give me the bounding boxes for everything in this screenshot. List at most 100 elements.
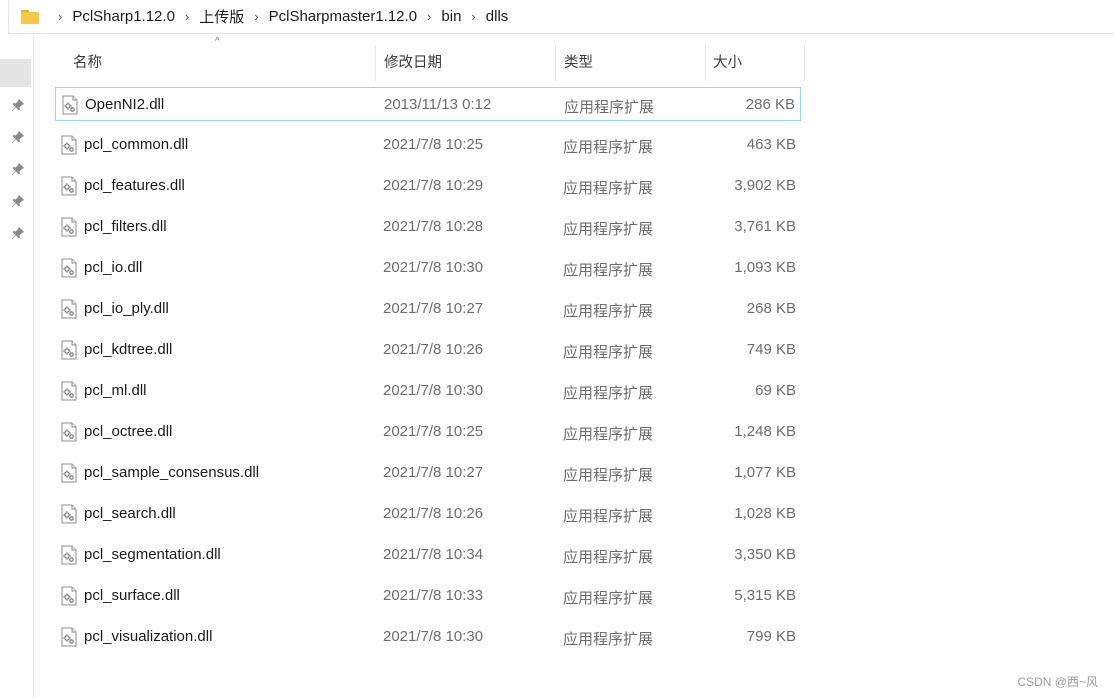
dll-file-icon bbox=[61, 586, 77, 606]
file-row[interactable]: pcl_io_ply.dll 2021/7/8 10:27 应用程序扩展 268 KB bbox=[55, 292, 801, 326]
file-row[interactable]: pcl_search.dll 2021/7/8 10:26 应用程序扩展 1,028 … bbox=[55, 497, 801, 531]
column-header-date[interactable]: 修改日期 bbox=[375, 45, 555, 81]
dll-file-icon bbox=[61, 340, 77, 360]
navigation-pane bbox=[0, 34, 34, 698]
file-size: 1,028 KB bbox=[734, 505, 796, 522]
file-name: pcl_surface.dll bbox=[84, 587, 180, 604]
file-type: 应用程序扩展 bbox=[563, 139, 654, 156]
file-row[interactable]: pcl_common.dll 2021/7/8 10:25 应用程序扩展 463 KB bbox=[55, 128, 801, 162]
file-row[interactable]: pcl_octree.dll 2021/7/8 10:25 应用程序扩展 1,248 … bbox=[55, 415, 801, 449]
file-row[interactable]: pcl_visualization.dll 2021/7/8 10:30 应用程序扩… bbox=[55, 620, 801, 654]
pin-icon[interactable] bbox=[11, 194, 25, 208]
file-row[interactable]: pcl_segmentation.dll 2021/7/8 10:34 应用程序扩展… bbox=[55, 538, 801, 572]
folder-icon bbox=[21, 9, 39, 24]
sort-ascending-icon: ^ bbox=[215, 36, 220, 47]
file-size: 749 KB bbox=[746, 341, 796, 358]
file-size: 3,761 KB bbox=[734, 218, 796, 235]
dll-file-icon bbox=[62, 95, 78, 115]
file-name: pcl_features.dll bbox=[84, 177, 185, 194]
file-name: OpenNI2.dll bbox=[85, 96, 165, 113]
file-modified-date: 2021/7/8 10:33 bbox=[383, 587, 484, 604]
file-type: 应用程序扩展 bbox=[563, 549, 654, 566]
dll-file-icon bbox=[61, 627, 77, 647]
dll-file-icon bbox=[61, 463, 77, 483]
pin-icon[interactable] bbox=[11, 162, 25, 176]
file-name: pcl_common.dll bbox=[84, 136, 189, 153]
file-size: 3,902 KB bbox=[734, 177, 796, 194]
file-name: pcl_search.dll bbox=[84, 505, 176, 522]
chevron-right-icon[interactable]: › bbox=[58, 9, 62, 24]
file-row[interactable]: pcl_features.dll 2021/7/8 10:29 应用程序扩展 3,90… bbox=[55, 169, 801, 203]
file-name: pcl_filters.dll bbox=[84, 218, 167, 235]
file-modified-date: 2021/7/8 10:28 bbox=[383, 218, 484, 235]
chevron-right-icon[interactable]: › bbox=[427, 9, 431, 24]
breadcrumb-item[interactable]: PclSharpmaster1.12.0 bbox=[268, 8, 418, 25]
column-header-size-label: 大小 bbox=[713, 55, 742, 71]
file-name: pcl_visualization.dll bbox=[84, 628, 213, 645]
file-type: 应用程序扩展 bbox=[563, 508, 654, 525]
dll-file-icon bbox=[61, 381, 77, 401]
file-modified-date: 2021/7/8 10:26 bbox=[383, 505, 484, 522]
file-modified-date: 2021/7/8 10:30 bbox=[383, 259, 484, 276]
dll-file-icon bbox=[61, 176, 77, 196]
file-type: 应用程序扩展 bbox=[563, 467, 654, 484]
dll-file-icon bbox=[61, 217, 77, 237]
file-type: 应用程序扩展 bbox=[564, 99, 655, 116]
column-header-type-label: 类型 bbox=[564, 55, 593, 71]
file-type: 应用程序扩展 bbox=[563, 631, 654, 648]
column-header-type[interactable]: 类型 bbox=[555, 45, 705, 81]
dll-file-icon bbox=[61, 299, 77, 319]
column-header-size[interactable]: 大小 bbox=[705, 45, 805, 81]
pin-icon[interactable] bbox=[11, 98, 25, 112]
file-size: 69 KB bbox=[755, 382, 796, 399]
chevron-right-icon[interactable]: › bbox=[185, 9, 189, 24]
file-type: 应用程序扩展 bbox=[563, 344, 654, 361]
file-name: pcl_ml.dll bbox=[84, 382, 147, 399]
file-modified-date: 2021/7/8 10:29 bbox=[383, 177, 484, 194]
dll-file-icon bbox=[61, 135, 77, 155]
file-row[interactable]: pcl_filters.dll 2021/7/8 10:28 应用程序扩展 3,761… bbox=[55, 210, 801, 244]
file-row[interactable]: OpenNI2.dll 2013/11/13 0:12 应用程序扩展 286 KB bbox=[55, 87, 801, 121]
file-type: 应用程序扩展 bbox=[563, 590, 654, 607]
file-modified-date: 2021/7/8 10:26 bbox=[383, 341, 484, 358]
file-name: pcl_sample_consensus.dll bbox=[84, 464, 260, 481]
file-modified-date: 2021/7/8 10:34 bbox=[383, 546, 484, 563]
file-row[interactable]: pcl_kdtree.dll 2021/7/8 10:26 应用程序扩展 749 KB bbox=[55, 333, 801, 367]
chevron-right-icon[interactable]: › bbox=[471, 9, 475, 24]
file-row[interactable]: pcl_surface.dll 2021/7/8 10:33 应用程序扩展 5,315… bbox=[55, 579, 801, 613]
file-size: 1,248 KB bbox=[734, 423, 796, 440]
file-size: 799 KB bbox=[746, 628, 796, 645]
pin-icon[interactable] bbox=[11, 130, 25, 144]
breadcrumb-item[interactable]: PclSharp1.12.0 bbox=[71, 8, 176, 25]
file-row[interactable]: pcl_io.dll 2021/7/8 10:30 应用程序扩展 1,093 KB bbox=[55, 251, 801, 285]
file-name: pcl_kdtree.dll bbox=[84, 341, 173, 358]
file-size: 1,077 KB bbox=[734, 464, 796, 481]
file-name: pcl_io_ply.dll bbox=[84, 300, 169, 317]
file-type: 应用程序扩展 bbox=[563, 180, 654, 197]
breadcrumb-item[interactable]: bin bbox=[440, 8, 462, 25]
file-name: pcl_segmentation.dll bbox=[84, 546, 221, 563]
breadcrumb-item[interactable]: 上传版 bbox=[198, 6, 245, 27]
file-modified-date: 2021/7/8 10:30 bbox=[383, 382, 484, 399]
column-header-name-label: 名称 bbox=[73, 55, 102, 71]
pin-icon[interactable] bbox=[11, 226, 25, 240]
file-modified-date: 2021/7/8 10:30 bbox=[383, 628, 484, 645]
file-modified-date: 2013/11/13 0:12 bbox=[384, 96, 492, 113]
navigation-pane-selected-item[interactable] bbox=[0, 59, 31, 87]
chevron-right-icon[interactable]: › bbox=[254, 9, 258, 24]
column-header-name[interactable]: ^ 名称 bbox=[55, 37, 375, 81]
file-row[interactable]: pcl_ml.dll 2021/7/8 10:30 应用程序扩展 69 KB bbox=[55, 374, 801, 408]
file-size: 268 KB bbox=[746, 300, 796, 317]
file-type: 应用程序扩展 bbox=[563, 262, 654, 279]
file-type: 应用程序扩展 bbox=[563, 385, 654, 402]
file-type: 应用程序扩展 bbox=[563, 426, 654, 443]
breadcrumb-item[interactable]: dlls bbox=[485, 8, 510, 25]
file-size: 3,350 KB bbox=[734, 546, 796, 563]
column-header-date-label: 修改日期 bbox=[384, 55, 442, 71]
file-row[interactable]: pcl_sample_consensus.dll 2021/7/8 10:27 应用… bbox=[55, 456, 801, 490]
file-modified-date: 2021/7/8 10:25 bbox=[383, 136, 484, 153]
address-bar[interactable]: › PclSharp1.12.0 › 上传版 › PclSharpmaster1… bbox=[8, 0, 1114, 34]
file-size: 463 KB bbox=[746, 136, 796, 153]
file-name: pcl_io.dll bbox=[84, 259, 143, 276]
dll-file-icon bbox=[61, 422, 77, 442]
